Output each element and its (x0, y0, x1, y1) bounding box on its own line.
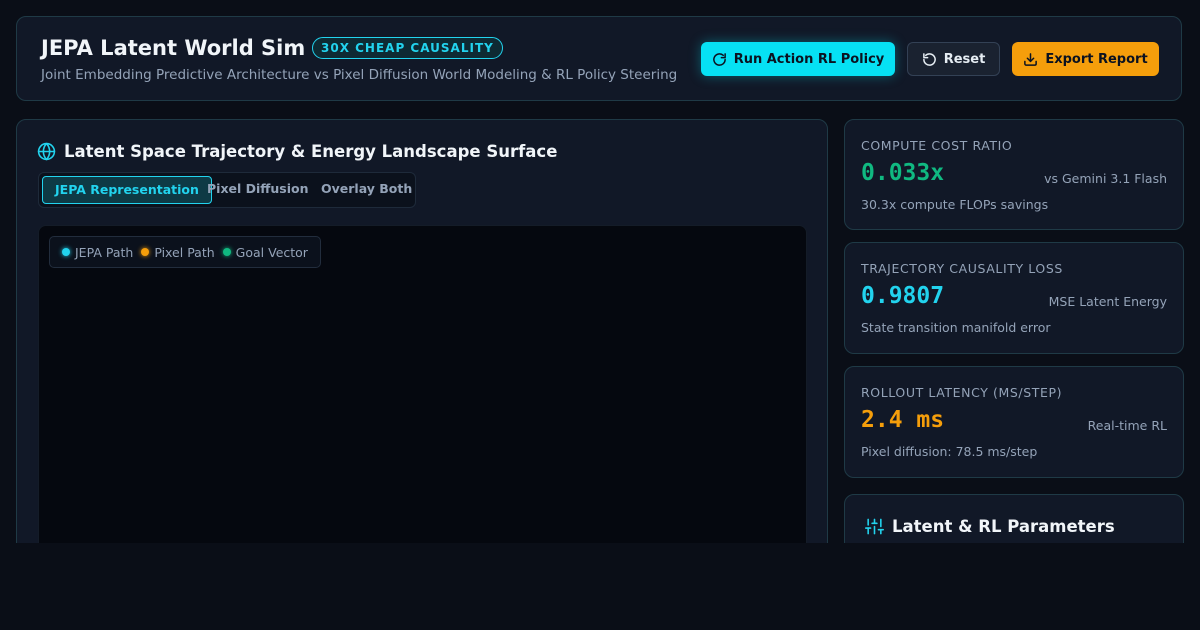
legend-label: Goal Vector (235, 244, 308, 260)
tab-overlay-both[interactable]: Overlay Both (309, 176, 424, 204)
stat-comparison: MSE Latent Energy (1048, 294, 1167, 309)
stat-note: 30.3x compute FLOPs savings (861, 197, 1049, 212)
export-report-button[interactable]: Export Report (1012, 42, 1159, 76)
stat-note: State transition manifold error (861, 320, 1051, 335)
app-viewport: JEPA Latent World Sim 30X CHEAP CAUSALIT… (0, 0, 1200, 543)
refresh-icon (712, 52, 726, 66)
legend-item-pixel-path: Pixel Path (141, 244, 215, 260)
app-title: JEPA Latent World Sim (41, 36, 306, 60)
legend-dot (62, 248, 70, 256)
reset-icon (922, 52, 936, 66)
view-mode-tabs: JEPA Representation Pixel Diffusion Over… (38, 172, 416, 208)
parameters-title-text: Latent & RL Parameters (892, 517, 1115, 536)
legend-label: JEPA Path (75, 244, 134, 260)
stat-value: 0.033x (861, 160, 945, 186)
stat-comparison: vs Gemini 3.1 Flash (1044, 171, 1167, 186)
stat-label: Trajectory Causality Loss (861, 261, 1063, 276)
tab-jepa-representation[interactable]: JEPA Representation (42, 176, 212, 204)
stat-note: Pixel diffusion: 78.5 ms/step (861, 444, 1038, 459)
stat-value: 2.4 ms (861, 407, 945, 433)
stat-label: Compute Cost Ratio (861, 138, 1013, 153)
legend-dot (222, 248, 231, 256)
stat-card-causality-loss: Trajectory Causality Loss 0.9807 MSE Lat… (844, 242, 1184, 354)
legend-dot (141, 248, 150, 256)
stat-label: Rollout Latency (ms/step) (861, 385, 1063, 400)
sliders-icon (865, 518, 884, 535)
parameters-title: Latent & RL Parameters (865, 517, 1115, 536)
run-policy-button[interactable]: Run Action RL Policy (701, 42, 895, 76)
parameters-panel: Latent & RL Parameters (844, 494, 1184, 543)
legend-item-jepa-path: JEPA Path (62, 245, 133, 260)
panel-title: Latent Space Trajectory & Energy Landsca… (37, 142, 557, 161)
reset-button[interactable]: Reset (907, 42, 1000, 76)
stat-card-compute-cost: Compute Cost Ratio 0.033x vs Gemini 3.1 … (844, 119, 1184, 230)
chart-legend: JEPA Path Pixel Path Goal Vector (49, 236, 321, 268)
tab-pixel-diffusion[interactable]: Pixel Diffusion (195, 176, 321, 204)
stat-comparison: Real-time RL (1087, 418, 1167, 433)
download-icon (1024, 52, 1038, 66)
panel-title-text: Latent Space Trajectory & Energy Landsca… (64, 142, 558, 161)
header: JEPA Latent World Sim 30X CHEAP CAUSALIT… (16, 16, 1182, 101)
run-policy-label: Run Action RL Policy (733, 51, 885, 67)
stat-value: 0.9807 (861, 283, 945, 309)
app-subtitle: Joint Embedding Predictive Architecture … (41, 67, 678, 83)
globe-icon (37, 142, 56, 161)
energy-landscape-canvas[interactable]: JEPA Path Pixel Path Goal Vector (38, 225, 807, 543)
status-badge: 30X CHEAP CAUSALITY (312, 37, 503, 59)
stat-card-rollout-latency: Rollout Latency (ms/step) 2.4 ms Real-ti… (844, 366, 1184, 478)
legend-label: Pixel Path (154, 244, 215, 260)
latent-trajectory-panel: Latent Space Trajectory & Energy Landsca… (16, 119, 828, 543)
legend-item-goal-vector: Goal Vector (222, 244, 308, 260)
export-report-label: Export Report (1045, 51, 1148, 67)
reset-label: Reset (943, 51, 986, 67)
